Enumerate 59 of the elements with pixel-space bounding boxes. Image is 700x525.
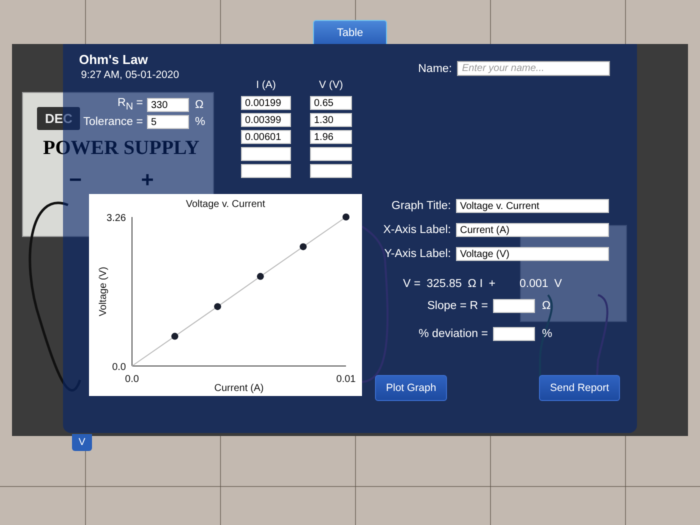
current-field[interactable] <box>241 147 291 161</box>
name-field[interactable]: Enter your name... <box>457 61 610 76</box>
panel-title: Ohm's Law <box>79 52 149 67</box>
brand-label: DEC <box>37 107 80 130</box>
result-field[interactable] <box>493 299 535 313</box>
current-field[interactable]: 0.00399 <box>241 113 291 127</box>
data-point <box>342 214 350 220</box>
table-tab[interactable]: Table <box>313 20 387 44</box>
voltage-field[interactable]: 1.96 <box>310 130 352 144</box>
equation-text: V = <box>403 278 421 290</box>
voltage-field[interactable]: 0.65 <box>310 96 352 110</box>
parameter-field[interactable]: 5 <box>147 115 189 130</box>
equation-text: + <box>488 278 496 290</box>
data-point <box>256 272 264 280</box>
form-label: Graph Title: <box>392 200 451 212</box>
y-tick-label: 3.26 <box>106 213 126 224</box>
unit-label: Ω <box>542 300 551 312</box>
terminal-sign: − <box>69 167 82 193</box>
voltage-field[interactable] <box>310 147 352 161</box>
action-button[interactable]: Plot Graph <box>375 375 448 401</box>
parameter-field[interactable]: 330 <box>147 98 189 112</box>
text-field[interactable]: Voltage v. Current <box>456 199 609 213</box>
unit-label: % <box>542 328 552 340</box>
parameter-label: R$_{N}$ = <box>116 97 143 112</box>
y-axis-label: Voltage (V) <box>98 266 109 316</box>
unit-label: V <box>554 278 562 290</box>
parameter-label: Tolerance = <box>82 116 143 128</box>
current-field[interactable]: 0.00199 <box>241 96 291 110</box>
form-label: Y-Axis Label: <box>384 248 451 260</box>
form-label: X-Axis Label: <box>383 224 451 236</box>
unit-label: Ω <box>195 98 205 111</box>
text-field[interactable]: Current (A) <box>456 223 609 237</box>
x-tick-label: 0.01 <box>336 374 356 385</box>
result-field[interactable] <box>493 327 535 341</box>
column-header: I (A) <box>255 79 277 93</box>
text-field[interactable]: Voltage (V) <box>456 247 609 261</box>
current-field[interactable]: 0.00601 <box>241 130 291 144</box>
y-tick-label: 0.0 <box>112 362 126 373</box>
name-label: Name: <box>418 62 452 74</box>
equation-text: Ω I <box>468 278 483 290</box>
x-tick-label: 0.0 <box>125 374 139 385</box>
unit-label: % <box>195 116 206 128</box>
data-point <box>171 332 178 340</box>
result-label: Slope = R = <box>426 300 488 312</box>
x-axis-label: Current (A) <box>214 383 264 394</box>
chart-title: Voltage v. Current <box>186 199 266 210</box>
voltage-field[interactable]: 1.30 <box>310 113 352 127</box>
slope-value: 325.85 <box>426 278 462 290</box>
action-button[interactable]: Send Report <box>539 375 620 401</box>
intercept-value: 0.001 <box>520 278 548 290</box>
current-field[interactable] <box>241 164 291 178</box>
terminal-sign: + <box>141 167 154 193</box>
data-point <box>214 303 222 310</box>
voltage-field[interactable] <box>310 164 352 178</box>
collapse-button[interactable]: V <box>72 434 92 451</box>
data-point <box>300 243 307 250</box>
result-label: % deviation = <box>418 328 488 340</box>
column-header: V (V) <box>318 79 344 93</box>
timestamp: 9:27 AM, 05-01-2020 <box>81 69 180 81</box>
